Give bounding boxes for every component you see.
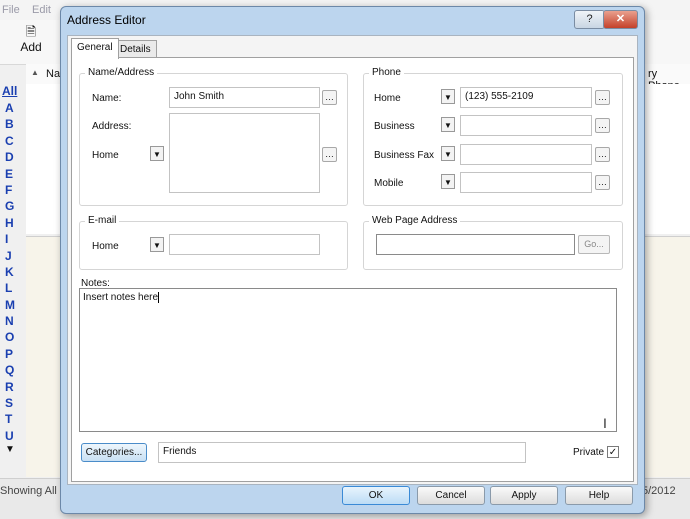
- phone-mobile-type-dropdown[interactable]: ▼: [441, 174, 455, 189]
- alpha-letter[interactable]: S: [0, 395, 24, 411]
- private-checkbox[interactable]: ✓: [607, 446, 619, 458]
- alpha-letter[interactable]: N: [0, 313, 24, 329]
- name-field[interactable]: John Smith: [169, 87, 320, 108]
- chevron-down-icon: ▼: [444, 93, 452, 102]
- address-details-button[interactable]: …: [322, 147, 337, 162]
- phone-mobile-label: Mobile: [374, 178, 404, 189]
- web-page-field[interactable]: [376, 234, 575, 255]
- name-address-title: Name/Address: [85, 67, 158, 78]
- go-button[interactable]: Go...: [578, 235, 610, 254]
- name-details-button[interactable]: …: [322, 90, 337, 105]
- phone-business-details-button[interactable]: …: [595, 118, 610, 133]
- name-label: Name:: [92, 93, 122, 104]
- close-button[interactable]: ✕: [603, 10, 638, 29]
- chevron-down-icon: ▼: [444, 121, 452, 130]
- alpha-letter[interactable]: T: [0, 411, 24, 427]
- status-date: 5/2012: [642, 485, 676, 497]
- alpha-letter[interactable]: C: [0, 133, 24, 149]
- phone-business-type-dropdown[interactable]: ▼: [441, 117, 455, 132]
- phone-business-field[interactable]: [460, 115, 592, 136]
- cancel-button[interactable]: Cancel: [417, 486, 485, 505]
- alpha-letter[interactable]: L: [0, 280, 24, 296]
- add-button[interactable]: 🗎 Add: [14, 24, 48, 62]
- address-editor-dialog: Address Editor ? ✕ General Details Name/…: [60, 6, 645, 514]
- private-label: Private: [573, 447, 605, 458]
- notes-text: Insert notes here: [83, 292, 159, 304]
- apply-button[interactable]: Apply: [490, 486, 558, 505]
- alpha-letter[interactable]: P: [0, 346, 24, 362]
- phone-home-details-button[interactable]: …: [595, 90, 610, 105]
- add-button-label: Add: [20, 40, 42, 54]
- categories-field[interactable]: Friends: [158, 442, 526, 463]
- alpha-all-link[interactable]: All: [0, 84, 24, 100]
- alphabet-index: All A B C D E F G H I J K L M N O P Q R …: [0, 84, 24, 455]
- categories-button[interactable]: Categories...: [81, 443, 147, 462]
- alpha-letter[interactable]: Q: [0, 362, 24, 378]
- email-type-label: Home: [92, 241, 119, 252]
- alpha-letter[interactable]: G: [0, 198, 24, 214]
- alpha-letter[interactable]: A: [0, 100, 24, 116]
- alpha-letter[interactable]: E: [0, 166, 24, 182]
- alpha-letter[interactable]: U: [0, 428, 24, 444]
- menu-edit[interactable]: Edit: [32, 4, 51, 16]
- phone-home-label: Home: [374, 93, 401, 104]
- alpha-letter[interactable]: J: [0, 248, 24, 264]
- address-field[interactable]: [169, 113, 320, 193]
- column-name[interactable]: Na: [46, 68, 60, 80]
- phone-fax-field[interactable]: [460, 144, 592, 165]
- chevron-down-icon: ▼: [153, 241, 161, 250]
- checkmark-icon: ✓: [608, 447, 618, 458]
- phone-mobile-details-button[interactable]: …: [595, 175, 610, 190]
- phone-home-field[interactable]: (123) 555-2109: [460, 87, 592, 108]
- status-text: Showing All: [0, 485, 57, 497]
- phone-home-type-dropdown[interactable]: ▼: [441, 89, 455, 104]
- sort-up-icon: ▲: [31, 68, 39, 77]
- alpha-letter[interactable]: R: [0, 379, 24, 395]
- address-label: Address:: [92, 121, 132, 132]
- chevron-down-icon: ▼: [444, 178, 452, 187]
- alpha-letter[interactable]: O: [0, 329, 24, 345]
- web-page-title: Web Page Address: [369, 215, 461, 226]
- menu-file[interactable]: File: [2, 4, 20, 16]
- chevron-down-icon: ▼: [153, 150, 161, 159]
- dialog-title: Address Editor: [67, 13, 146, 27]
- phone-fax-label: Business Fax: [374, 150, 435, 161]
- email-title: E-mail: [85, 215, 120, 226]
- alpha-letter[interactable]: I: [0, 231, 24, 247]
- phone-title: Phone: [369, 67, 404, 78]
- phone-fax-type-dropdown[interactable]: ▼: [441, 146, 455, 161]
- notes-textarea[interactable]: Insert notes here: [79, 288, 617, 432]
- phone-mobile-field[interactable]: [460, 172, 592, 193]
- address-type-label: Home: [92, 150, 119, 161]
- alpha-letter[interactable]: M: [0, 297, 24, 313]
- alpha-letter[interactable]: K: [0, 264, 24, 280]
- phone-business-label: Business: [374, 121, 415, 132]
- email-field[interactable]: [169, 234, 320, 255]
- alpha-letter[interactable]: F: [0, 182, 24, 198]
- phone-fax-details-button[interactable]: …: [595, 147, 610, 162]
- tab-general[interactable]: General: [71, 38, 119, 59]
- ok-button[interactable]: OK: [342, 486, 410, 505]
- alpha-letter[interactable]: B: [0, 116, 24, 132]
- scroll-down-icon[interactable]: ▼: [0, 444, 24, 455]
- help-button[interactable]: Help: [565, 486, 633, 505]
- email-type-dropdown[interactable]: ▼: [150, 237, 164, 252]
- title-help-button[interactable]: ?: [574, 10, 605, 29]
- address-type-dropdown[interactable]: ▼: [150, 146, 164, 161]
- text-cursor: [158, 292, 160, 303]
- alpha-letter[interactable]: H: [0, 215, 24, 231]
- chevron-down-icon: ▼: [444, 150, 452, 159]
- alpha-letter[interactable]: D: [0, 149, 24, 165]
- ibeam-cursor-icon: I: [603, 415, 607, 431]
- new-document-icon: 🗎: [25, 24, 37, 39]
